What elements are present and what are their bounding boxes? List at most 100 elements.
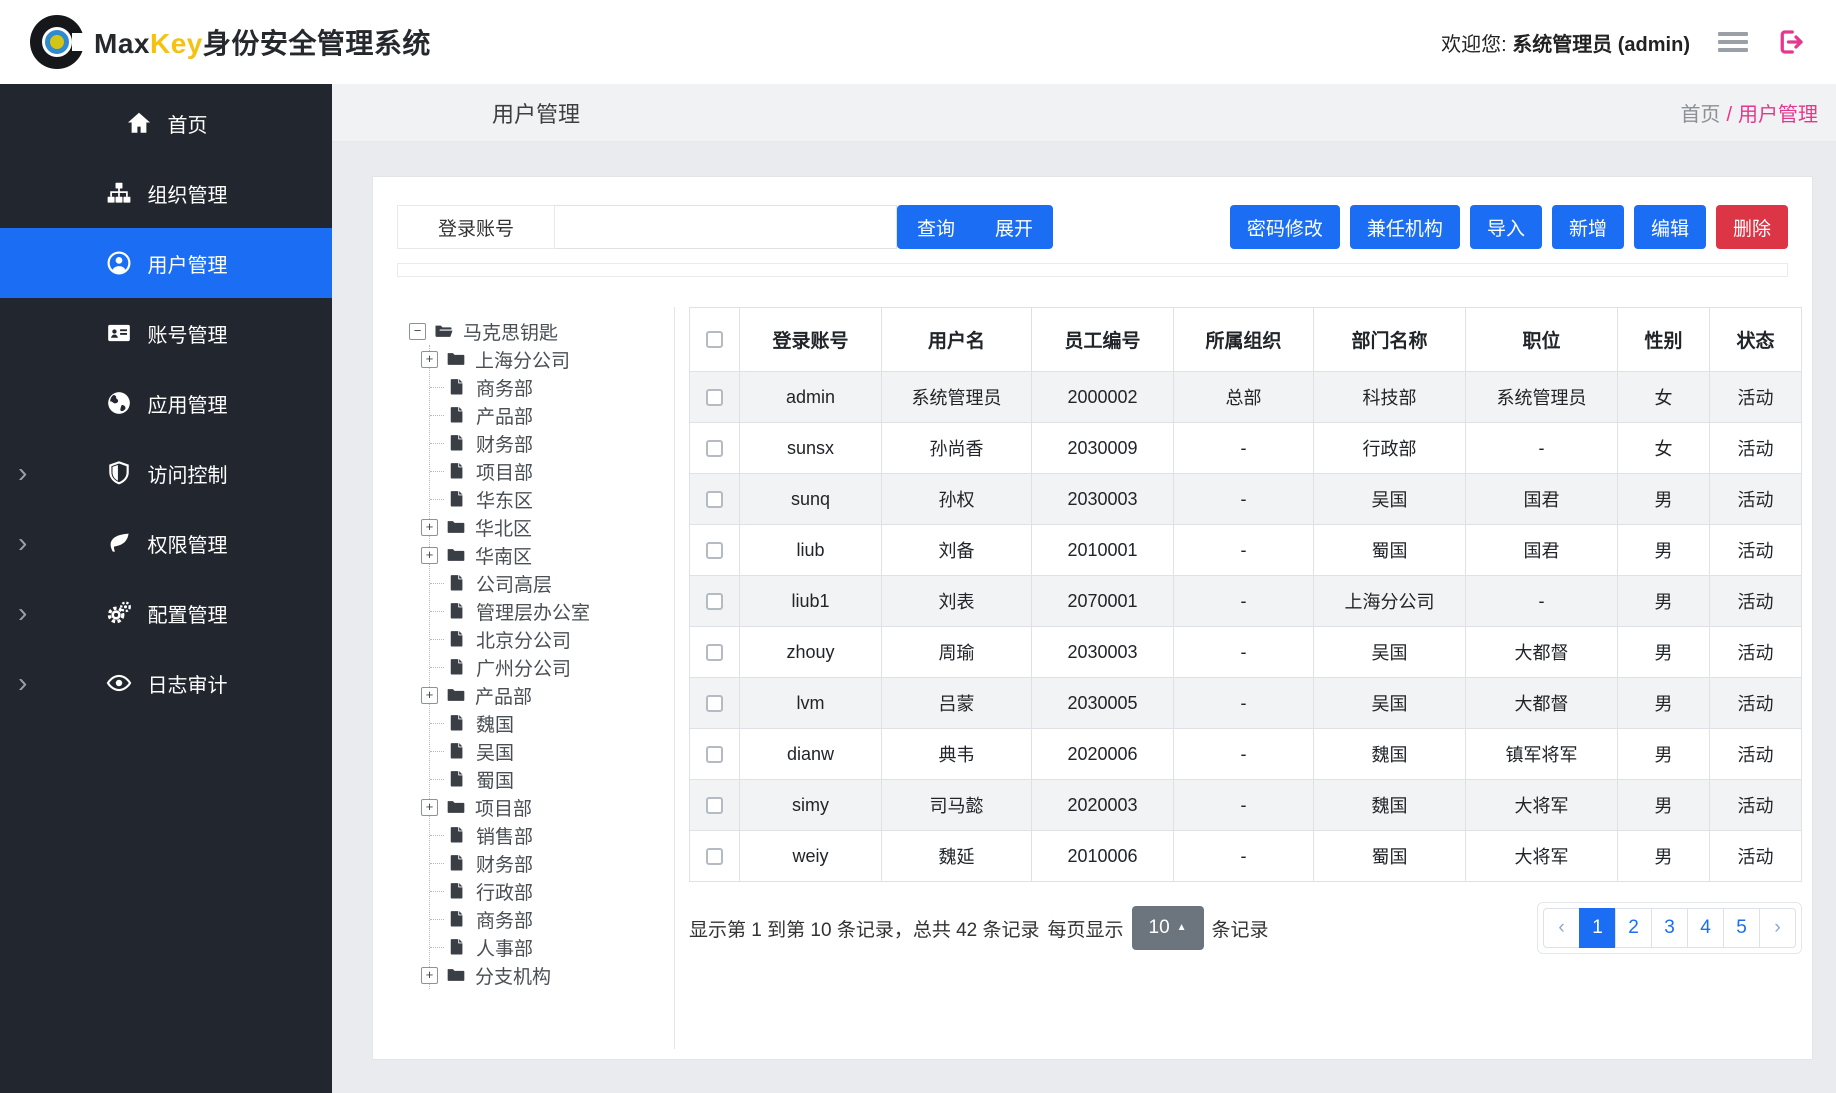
table-row[interactable]: weiy魏延2010006-蜀国大将军男活动 [690,831,1802,882]
tree-node[interactable]: 华东区 [430,485,670,513]
tree-node[interactable]: +项目部 [430,793,670,821]
page-next-button[interactable]: › [1759,908,1796,948]
sidebar-item-config[interactable]: ›配置管理 [0,578,332,648]
table-row[interactable]: sunq孙权2030003-吴国国君男活动 [690,474,1802,525]
maxkey-logo-icon [30,15,84,69]
row-checkbox[interactable] [706,746,723,763]
sidebar-item-home[interactable]: 首页 [0,88,332,158]
per-page-suffix: 条记录 [1212,915,1269,942]
row-checkbox[interactable] [706,848,723,865]
expand-toggle-icon[interactable]: + [421,799,438,816]
table-cell: 蜀国 [1314,831,1466,882]
select-all-checkbox[interactable] [706,331,723,348]
concurrent-org-button[interactable]: 兼任机构 [1350,205,1460,249]
expand-button[interactable]: 展开 [975,205,1053,249]
tree-node[interactable]: 北京分公司 [430,625,670,653]
table-row[interactable]: sunsx孙尚香2030009-行政部-女活动 [690,423,1802,474]
password-change-button[interactable]: 密码修改 [1230,205,1340,249]
logout-icon[interactable] [1776,27,1806,57]
sidebar-item-perm[interactable]: ›权限管理 [0,508,332,578]
table-cell: 男 [1618,678,1710,729]
edit-button[interactable]: 编辑 [1634,205,1706,249]
menu-icon[interactable] [1718,28,1748,56]
table-row[interactable]: liub刘备2010001-蜀国国君男活动 [690,525,1802,576]
page-2-button[interactable]: 2 [1615,908,1652,948]
collapse-toggle-icon[interactable]: − [409,323,426,340]
tree-node[interactable]: 公司高层 [430,569,670,597]
delete-button[interactable]: 删除 [1716,205,1788,249]
add-button[interactable]: 新增 [1552,205,1624,249]
tree-node[interactable]: 财务部 [430,429,670,457]
row-checkbox[interactable] [706,695,723,712]
page-1-button[interactable]: 1 [1579,908,1616,948]
main-content: 用户管理 首页/用户管理 登录账号 查询 展开 密码修改兼任机构导入新增编辑删除… [332,84,1836,1093]
file-icon [446,740,468,762]
page-prev-button[interactable]: ‹ [1543,908,1580,948]
sidebar-item-app[interactable]: 应用管理 [0,368,332,438]
row-checkbox[interactable] [706,644,723,661]
tree-node[interactable]: 人事部 [430,933,670,961]
tree-node[interactable]: +上海分公司 [430,345,670,373]
tree-node[interactable]: 销售部 [430,821,670,849]
table-row[interactable]: admin系统管理员2000002总部科技部系统管理员女活动 [690,372,1802,423]
row-checkbox[interactable] [706,797,723,814]
expand-toggle-icon[interactable]: + [421,351,438,368]
tree-node[interactable]: 财务部 [430,849,670,877]
tree-node[interactable]: −马克思钥匙 [409,317,670,345]
tree-node[interactable]: 蜀国 [430,765,670,793]
table-row[interactable]: simy司马懿2020003-魏国大将军男活动 [690,780,1802,831]
row-checkbox[interactable] [706,389,723,406]
tree-node[interactable]: 魏国 [430,709,670,737]
table-row[interactable]: liub1刘表2070001-上海分公司-男活动 [690,576,1802,627]
import-button[interactable]: 导入 [1470,205,1542,249]
tree-node[interactable]: 广州分公司 [430,653,670,681]
page-4-button[interactable]: 4 [1687,908,1724,948]
table-cell: 镇军将军 [1466,729,1618,780]
sidebar-item-org[interactable]: 组织管理 [0,158,332,228]
breadcrumb-home[interactable]: 首页 [1680,104,1720,126]
tree-node[interactable]: 项目部 [430,457,670,485]
login-account-input[interactable] [555,205,897,249]
sidebar-item-user[interactable]: 用户管理 [0,228,332,298]
tree-node[interactable]: 商务部 [430,905,670,933]
tree-node[interactable]: 吴国 [430,737,670,765]
table-row[interactable]: lvm吕蒙2030005-吴国大都督男活动 [690,678,1802,729]
row-checkbox[interactable] [706,491,723,508]
row-checkbox[interactable] [706,440,723,457]
tree-node[interactable]: 行政部 [430,877,670,905]
expand-toggle-icon[interactable]: + [421,547,438,564]
table-row[interactable]: zhouy周瑜2030003-吴国大都督男活动 [690,627,1802,678]
tree-node[interactable]: +产品部 [430,681,670,709]
table-cell: 孙权 [882,474,1032,525]
page-size-select[interactable]: 10▲ [1132,906,1204,950]
row-checkbox[interactable] [706,593,723,610]
tree-node[interactable]: 商务部 [430,373,670,401]
caret-up-icon: ▲ [1177,923,1187,933]
table-cell: 系统管理员 [1466,372,1618,423]
table-cell: dianw [740,729,882,780]
tree-node[interactable]: +华北区 [430,513,670,541]
file-icon [446,656,468,678]
table-cell: weiy [740,831,882,882]
expand-toggle-icon[interactable]: + [421,967,438,984]
table-row[interactable]: dianw典韦2020006-魏国镇军将军男活动 [690,729,1802,780]
tree-node[interactable]: +分支机构 [430,961,670,989]
brand-logo[interactable]: MaxKey身份安全管理系统 [30,15,431,69]
column-header: 职位 [1466,308,1618,372]
sidebar-item-audit[interactable]: ›日志审计 [0,648,332,718]
row-checkbox[interactable] [706,542,723,559]
org-tree: −马克思钥匙+上海分公司商务部产品部财务部项目部华东区+华北区+华南区公司高层管… [397,307,675,1049]
page-5-button[interactable]: 5 [1723,908,1760,948]
tree-node[interactable]: 管理层办公室 [430,597,670,625]
file-icon [446,432,468,454]
table-cell: 2030005 [1032,678,1174,729]
page-3-button[interactable]: 3 [1651,908,1688,948]
expand-toggle-icon[interactable]: + [421,687,438,704]
table-cell: 典韦 [882,729,1032,780]
expand-toggle-icon[interactable]: + [421,519,438,536]
sidebar-item-access[interactable]: ›访问控制 [0,438,332,508]
query-button[interactable]: 查询 [897,205,975,249]
sidebar-item-account[interactable]: 账号管理 [0,298,332,368]
tree-node[interactable]: +华南区 [430,541,670,569]
tree-node[interactable]: 产品部 [430,401,670,429]
